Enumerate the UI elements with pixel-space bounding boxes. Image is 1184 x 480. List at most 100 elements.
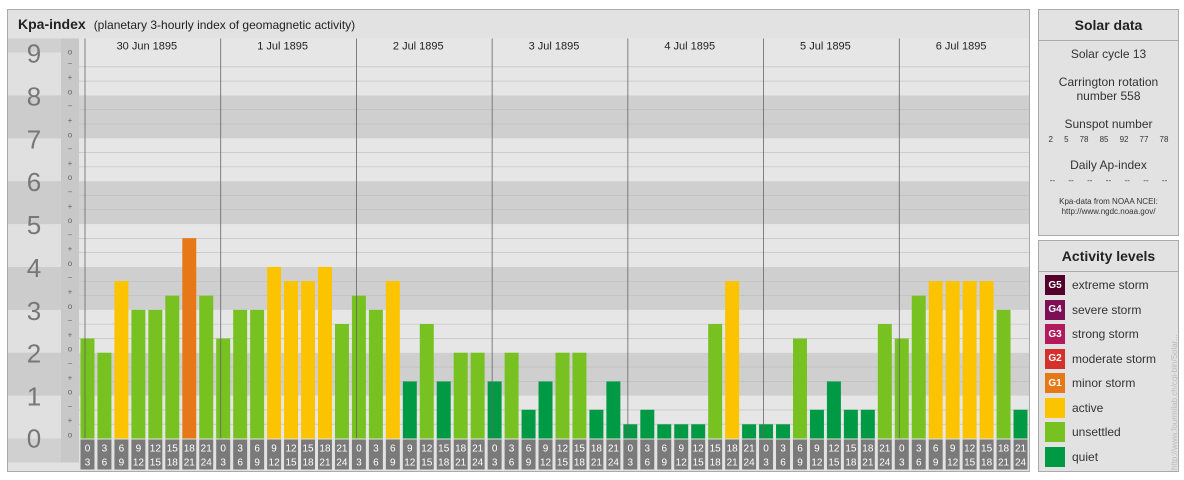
y-tick-label: 4 — [27, 253, 41, 283]
kp-bar — [334, 323, 349, 439]
day-label: 1 Jul 1895 — [257, 41, 308, 53]
interval-start-label: 15 — [167, 444, 179, 455]
kp-bar — [487, 381, 502, 439]
interval-start-label: 21 — [472, 444, 484, 455]
kp-bar — [267, 266, 282, 439]
legend-swatch: G4 — [1045, 299, 1065, 320]
minor-tick-label: − — [68, 316, 73, 325]
interval-end-label: 9 — [254, 458, 260, 469]
interval-end-label: 12 — [269, 458, 281, 469]
kp-bar — [385, 281, 400, 439]
kp-bar — [148, 309, 163, 439]
kp-band — [79, 52, 1029, 96]
interval-end-label: 12 — [404, 458, 416, 469]
kp-bar — [945, 281, 960, 439]
interval-end-label: 9 — [933, 458, 939, 469]
minor-tick-label: − — [68, 402, 73, 411]
kp-bar — [776, 424, 790, 439]
ap-value: -- — [1068, 176, 1074, 185]
interval-start-label: 21 — [879, 444, 891, 455]
kp-bar — [979, 281, 994, 439]
interval-start-label: 0 — [85, 444, 91, 455]
interval-end-label: 24 — [879, 458, 891, 469]
interval-start-label: 15 — [981, 444, 993, 455]
legend-swatch — [1045, 422, 1065, 442]
kp-bar — [640, 409, 655, 439]
legend-item: unsettled — [1045, 422, 1121, 442]
interval-start-label: 18 — [591, 444, 603, 455]
kp-bar — [759, 424, 774, 439]
interval-end-label: 6 — [916, 458, 922, 469]
day-label: 30 Jun 1895 — [117, 41, 178, 53]
legend-swatch: G1 — [1045, 373, 1065, 393]
kp-bar — [589, 409, 604, 439]
minor-tick-label: − — [68, 145, 73, 154]
ap-value: -- — [1105, 176, 1112, 185]
ap-value: -- — [1049, 176, 1056, 185]
legend-swatch: G2 — [1045, 348, 1065, 369]
kp-bar — [555, 352, 570, 439]
kp-bar — [165, 295, 180, 439]
kp-band — [79, 266, 1029, 310]
interval-end-label: 9 — [119, 458, 125, 469]
kp-bar — [419, 323, 434, 439]
interval-end-label: 3 — [85, 458, 91, 469]
interval-end-label: 21 — [727, 458, 739, 469]
interval-start-label: 6 — [119, 444, 125, 455]
legend-label: moderate storm — [1072, 351, 1157, 366]
kp-bar — [80, 338, 95, 439]
sunspot-value: 78 — [1159, 135, 1169, 144]
kp-bar — [657, 424, 672, 439]
carrington-line-2: number 558 — [1076, 89, 1141, 103]
kp-bar — [250, 309, 265, 439]
interval-end-label: 15 — [150, 458, 162, 469]
interval-start-label: 18 — [727, 444, 739, 455]
interval-end-label: 3 — [356, 458, 362, 469]
interval-end-label: 12 — [811, 458, 823, 469]
kp-bar — [572, 352, 587, 439]
solar-cycle: Solar cycle 13 — [1070, 47, 1147, 61]
legend-swatch — [1045, 446, 1065, 467]
kp-bar — [691, 424, 706, 439]
minor-tick-label: o — [68, 216, 73, 225]
minor-tick-label: + — [68, 288, 73, 297]
interval-start-label: 3 — [645, 444, 651, 455]
legend-item: G2 moderate storm — [1045, 348, 1157, 369]
interval-end-label: 18 — [167, 458, 179, 469]
minor-tick-label: o — [68, 302, 73, 311]
interval-end-label: 9 — [661, 458, 667, 469]
kp-bar — [860, 409, 875, 439]
interval-start-label: 3 — [373, 444, 379, 455]
minor-tick-label: − — [68, 102, 73, 111]
interval-start-label: 9 — [678, 444, 684, 455]
interval-start-label: 18 — [862, 444, 874, 455]
kp-bar — [826, 381, 841, 439]
activity-levels-panel: Activity levels G5 extreme storm G4 severe … — [1038, 240, 1179, 472]
sunspot-value: 92 — [1119, 135, 1129, 144]
interval-start-label: 21 — [1015, 444, 1027, 455]
day-label: 4 Jul 1895 — [664, 41, 715, 53]
y-tick-label: 6 — [27, 167, 41, 197]
interval-start-label: 3 — [780, 444, 786, 455]
interval-start-label: 6 — [661, 444, 667, 455]
minor-tick-label: + — [68, 73, 73, 82]
interval-end-label: 18 — [845, 458, 857, 469]
legend-swatch: G3 — [1045, 324, 1065, 344]
kp-bar — [809, 409, 824, 439]
interval-start-label: 0 — [492, 444, 498, 455]
interval-end-label: 3 — [763, 458, 769, 469]
interval-start-label: 9 — [814, 444, 820, 455]
legend-label: unsettled — [1072, 425, 1121, 439]
minor-tick-label: − — [68, 273, 73, 282]
interval-end-label: 18 — [574, 458, 586, 469]
interval-start-label: 12 — [150, 444, 162, 455]
interval-start-label: 18 — [455, 444, 467, 455]
kp-bar — [470, 352, 485, 439]
interval-end-label: 18 — [710, 458, 722, 469]
interval-start-label: 18 — [998, 444, 1010, 455]
kp-bar — [351, 295, 366, 439]
kp-bar — [962, 281, 977, 439]
interval-end-label: 24 — [608, 458, 620, 469]
interval-start-label: 0 — [356, 444, 362, 455]
interval-start-label: 12 — [421, 444, 433, 455]
